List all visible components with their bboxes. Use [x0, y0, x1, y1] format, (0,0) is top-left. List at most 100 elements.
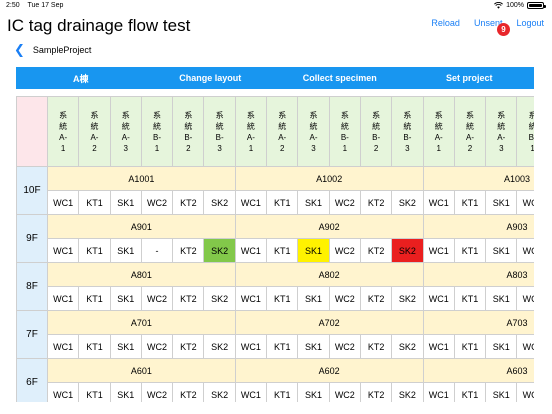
- fixture-cell[interactable]: KT2: [173, 191, 205, 215]
- fixture-cell[interactable]: WC2: [517, 239, 534, 263]
- unit-row: A801 A802 A803: [48, 263, 534, 287]
- status-left: 2:50 Tue 17 Sep: [6, 2, 69, 9]
- fixture-cell[interactable]: WC2: [517, 383, 534, 402]
- fixture-cell[interactable]: KT1: [79, 287, 111, 311]
- fixture-cell[interactable]: KT1: [267, 335, 299, 359]
- fixture-cell[interactable]: SK1: [298, 383, 330, 402]
- fixture-cell[interactable]: WC2: [329, 287, 361, 311]
- fixture-cell[interactable]: WC1: [235, 191, 268, 215]
- fixture-cell[interactable]: KT2: [360, 191, 393, 215]
- fixture-cell[interactable]: SK2: [204, 191, 236, 215]
- fixture-cell[interactable]: KT1: [79, 191, 111, 215]
- fixture-cell[interactable]: KT2: [360, 335, 393, 359]
- fixture-cell-yellow[interactable]: SK1: [298, 239, 330, 263]
- fixture-cell[interactable]: WC1: [235, 287, 268, 311]
- building-button[interactable]: A棟: [16, 67, 146, 89]
- fixture-cell[interactable]: SK2: [392, 335, 424, 359]
- fixture-cell[interactable]: SK1: [486, 287, 518, 311]
- fixture-cell[interactable]: SK1: [110, 191, 142, 215]
- fixture-cell[interactable]: WC2: [141, 383, 174, 402]
- fixture-cell[interactable]: KT1: [267, 239, 299, 263]
- fixture-cell[interactable]: WC1: [48, 239, 80, 263]
- fixture-cell[interactable]: SK1: [298, 191, 330, 215]
- fixture-cell[interactable]: KT2: [360, 383, 393, 402]
- fixture-cell[interactable]: SK2: [392, 383, 424, 402]
- fixture-cell[interactable]: KT1: [79, 239, 111, 263]
- fixture-cell[interactable]: WC2: [329, 191, 361, 215]
- fixture-cell[interactable]: SK1: [298, 335, 330, 359]
- fixture-cell[interactable]: WC1: [48, 335, 80, 359]
- fixture-cell[interactable]: WC1: [423, 383, 455, 402]
- fixture-cell[interactable]: SK2: [204, 383, 236, 402]
- fixture-cell[interactable]: WC1: [423, 287, 455, 311]
- fixture-cell[interactable]: KT1: [267, 191, 299, 215]
- fixture-cell[interactable]: SK1: [110, 287, 142, 311]
- fixture-cell[interactable]: WC1: [235, 383, 268, 402]
- navigation-bar: IC tag drainage flow test Reload Unsent …: [0, 12, 552, 40]
- fixture-cell[interactable]: WC2: [329, 239, 361, 263]
- column-header: 系統B-3: [204, 96, 236, 167]
- fixture-cell[interactable]: KT2: [360, 287, 393, 311]
- battery-icon: [527, 2, 546, 9]
- fixture-cell[interactable]: WC2: [141, 287, 174, 311]
- fixture-cell[interactable]: SK1: [486, 191, 518, 215]
- collect-specimen-button[interactable]: Collect specimen: [275, 67, 405, 89]
- fixture-cell[interactable]: KT1: [454, 383, 487, 402]
- fixture-cell[interactable]: KT2: [173, 335, 205, 359]
- fixture-cell[interactable]: WC1: [48, 191, 80, 215]
- fixture-cell[interactable]: KT2: [173, 287, 205, 311]
- fixture-cell[interactable]: -: [141, 239, 174, 263]
- fixture-cell[interactable]: KT1: [454, 191, 487, 215]
- fixture-cell[interactable]: WC1: [423, 335, 455, 359]
- fixture-cell[interactable]: SK2: [204, 287, 236, 311]
- fixture-cell[interactable]: SK1: [486, 335, 518, 359]
- fixture-cell[interactable]: SK1: [110, 335, 142, 359]
- column-header: 系統A-1: [48, 96, 80, 167]
- fixture-cell[interactable]: WC2: [141, 191, 174, 215]
- unit-label: A702: [235, 311, 424, 335]
- chevron-left-icon[interactable]: ❮: [14, 43, 25, 56]
- fixture-cell[interactable]: WC2: [141, 335, 174, 359]
- fixture-cell[interactable]: WC1: [48, 287, 80, 311]
- fixture-cell[interactable]: KT2: [173, 239, 205, 263]
- fixture-cell[interactable]: WC1: [48, 383, 80, 402]
- column-header-label: 系統B-2: [372, 110, 381, 153]
- fixture-cell[interactable]: SK1: [110, 239, 142, 263]
- fixture-cell[interactable]: SK2: [392, 191, 424, 215]
- fixture-cell-green[interactable]: SK2: [204, 239, 236, 263]
- fixture-cell[interactable]: KT1: [454, 287, 487, 311]
- fixture-cell-red[interactable]: SK2: [392, 239, 424, 263]
- fixture-cell[interactable]: KT2: [173, 383, 205, 402]
- fixture-cell[interactable]: SK1: [298, 287, 330, 311]
- fixture-cell[interactable]: SK1: [486, 383, 518, 402]
- fixture-cell[interactable]: KT1: [79, 335, 111, 359]
- fixture-cell[interactable]: SK1: [486, 239, 518, 263]
- fixture-cell[interactable]: KT1: [454, 239, 487, 263]
- fixture-cell[interactable]: KT1: [79, 383, 111, 402]
- nav-actions: Reload Unsent 9 Logout: [431, 18, 544, 41]
- unit-label: A901: [48, 215, 236, 239]
- fixture-cell[interactable]: WC2: [329, 335, 361, 359]
- fixture-cell[interactable]: WC1: [235, 335, 268, 359]
- fixture-cell[interactable]: WC1: [423, 191, 455, 215]
- set-project-button[interactable]: Set project: [405, 67, 535, 89]
- fixture-cell[interactable]: WC2: [517, 191, 534, 215]
- fixture-cell[interactable]: SK2: [204, 335, 236, 359]
- fixture-cell[interactable]: WC2: [329, 383, 361, 402]
- fixture-cell[interactable]: WC1: [235, 239, 268, 263]
- fixture-cell[interactable]: WC2: [517, 335, 534, 359]
- fixture-cell[interactable]: KT1: [267, 383, 299, 402]
- unsent-button[interactable]: Unsent 9: [474, 18, 510, 41]
- fixture-cell[interactable]: KT1: [454, 335, 487, 359]
- fixture-cell[interactable]: SK2: [392, 287, 424, 311]
- fixture-cell[interactable]: WC2: [517, 287, 534, 311]
- fixture-cell[interactable]: WC1: [423, 239, 455, 263]
- fixture-cell[interactable]: SK1: [110, 383, 142, 402]
- fixture-cell[interactable]: KT2: [360, 239, 393, 263]
- reload-button[interactable]: Reload: [431, 18, 460, 41]
- change-layout-button[interactable]: Change layout: [146, 67, 276, 89]
- logout-button[interactable]: Logout: [516, 18, 544, 41]
- drainage-grid: 系統A-1 系統A-2 系統A-3 系統B-1 系統B-2 系統B-3 系統A-1 系統A-2…: [16, 96, 534, 402]
- code-row: WC1 KT1 SK1 WC2 KT2 SK2 WC1 KT1 SK1 WC2 KT2 SK2 WC1 K…: [48, 287, 534, 311]
- fixture-cell[interactable]: KT1: [267, 287, 299, 311]
